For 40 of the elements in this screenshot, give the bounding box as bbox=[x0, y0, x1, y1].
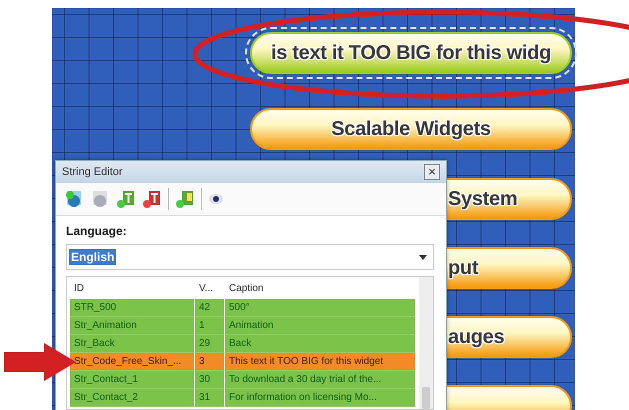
table-cell[interactable]: 31 bbox=[195, 389, 225, 407]
table-cell[interactable]: Back bbox=[225, 335, 416, 353]
table-cell[interactable]: 3 bbox=[195, 353, 225, 371]
table-cell[interactable]: Str_Contact_1 bbox=[70, 371, 195, 389]
widget-label: System bbox=[448, 188, 518, 210]
text-edit-icon[interactable] bbox=[175, 189, 195, 209]
text-add-icon[interactable] bbox=[116, 189, 136, 209]
table-cell[interactable]: Str_Back bbox=[70, 335, 195, 353]
pill-widget[interactable]: Scalable Widgets bbox=[250, 108, 572, 150]
table-cell[interactable]: Str_Animation bbox=[70, 317, 195, 335]
table-cell[interactable]: 500° bbox=[225, 299, 416, 317]
table-cell[interactable]: STR_500 bbox=[70, 299, 195, 317]
table-cell[interactable]: 1 bbox=[195, 317, 225, 335]
caret-icon bbox=[419, 254, 427, 260]
text-remove-icon[interactable] bbox=[142, 189, 162, 209]
language-label: Language: bbox=[66, 224, 128, 238]
table-cell[interactable]: Animation bbox=[225, 317, 416, 335]
scrollbar[interactable] bbox=[419, 277, 433, 409]
widget-label: is text it TOO BIG for this widg bbox=[270, 42, 552, 64]
selected-language: English bbox=[69, 249, 116, 265]
table-cell[interactable]: Str_Code_Free_Skin_... bbox=[70, 353, 195, 371]
table-cell[interactable]: Str_Contact_2 bbox=[70, 389, 195, 407]
close-button[interactable]: × bbox=[424, 164, 440, 180]
window-title: String Editor bbox=[62, 166, 123, 178]
table-cell[interactable]: 30 bbox=[195, 371, 225, 389]
table-cell[interactable]: For information on licensing Mo... bbox=[225, 389, 416, 407]
column-header[interactable]: V... bbox=[195, 279, 225, 299]
column-header[interactable]: Caption bbox=[225, 279, 416, 299]
widget-label: Scalable Widgets bbox=[331, 118, 491, 140]
annotation-arrow bbox=[4, 343, 76, 381]
table-cell[interactable]: 42 bbox=[195, 299, 225, 317]
widget-label: put bbox=[448, 256, 478, 280]
widget-label: auges bbox=[448, 326, 504, 348]
eye-icon[interactable] bbox=[208, 193, 224, 205]
language-dropdown[interactable]: English bbox=[66, 244, 434, 270]
table-cell[interactable]: 29 bbox=[195, 335, 225, 353]
column-header[interactable]: ID bbox=[70, 279, 195, 299]
table-cell[interactable]: To download a 30 day trial of the... bbox=[225, 371, 416, 389]
table-cell[interactable]: This text it TOO BIG for this widget bbox=[225, 353, 416, 371]
scroll-thumb[interactable] bbox=[422, 387, 430, 409]
